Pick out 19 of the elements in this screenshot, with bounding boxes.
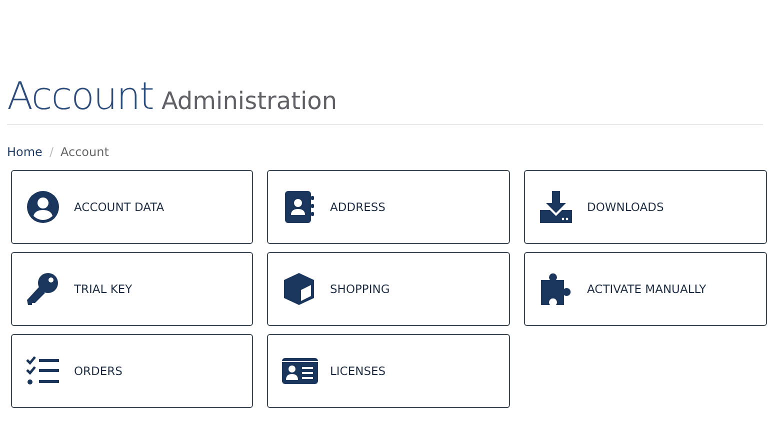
menu-tile[interactable]: ACTIVATE MANUALLY (524, 252, 767, 326)
box-icon (282, 272, 316, 306)
address-book-icon (282, 190, 316, 224)
menu-tile[interactable]: DOWNLOADS (524, 170, 767, 244)
puzzle-icon (539, 272, 573, 306)
breadcrumb-link[interactable]: Home (7, 145, 42, 159)
page-title: Account (7, 74, 154, 118)
menu-tile[interactable]: ACCOUNT DATA (11, 170, 253, 244)
menu-tile[interactable]: LICENSES (267, 334, 510, 408)
page-subtitle: Administration (161, 87, 338, 115)
menu-tile[interactable]: SHOPPING (267, 252, 510, 326)
menu-tile[interactable]: ADDRESS (267, 170, 510, 244)
key-icon (26, 272, 60, 306)
breadcrumb-current: Account (60, 145, 109, 159)
breadcrumb-separator: / (49, 145, 54, 159)
user-icon (26, 190, 60, 224)
menu-tile[interactable]: TRIAL KEY (11, 252, 253, 326)
download-icon (539, 190, 573, 224)
menu-tile[interactable]: ORDERS (11, 334, 253, 408)
